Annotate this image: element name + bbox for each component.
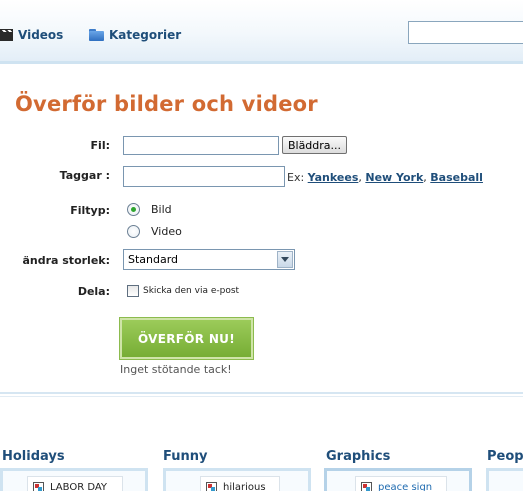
nav-videos-link[interactable]: Videos	[0, 26, 63, 44]
category-box-funny: hilarious	[163, 468, 311, 491]
nav-kategorier-label: Kategorier	[109, 28, 182, 42]
category-item[interactable]: LABOR DAY	[27, 476, 123, 491]
category-title-holidays[interactable]: Holidays	[2, 449, 65, 464]
folder-icon	[89, 29, 104, 41]
category-box-graphics: peace sign	[324, 468, 472, 491]
upload-now-button[interactable]: ÖVERFÖR NU!	[119, 317, 254, 360]
share-email-checkbox[interactable]	[127, 285, 139, 297]
broken-image-icon	[206, 481, 217, 491]
category-box-holidays: LABOR DAY	[0, 468, 148, 491]
example-tag-link[interactable]: Yankees	[308, 171, 359, 184]
share-label: Dela:	[77, 285, 110, 298]
browse-button[interactable]: Bläddra...	[282, 136, 347, 154]
upload-form-panel: Överför bilder och videor Fil: Bläddra..…	[0, 72, 523, 394]
page-title: Överför bilder och videor	[15, 92, 318, 116]
radio-video-label: Video	[151, 225, 182, 238]
tags-example: Ex: Yankees, New York, Baseball	[287, 171, 483, 184]
broken-image-icon	[361, 481, 372, 491]
nav-kategorier-link[interactable]: Kategorier	[89, 26, 181, 44]
upload-note: Inget stötande tack!	[120, 363, 232, 376]
broken-image-icon	[33, 481, 44, 491]
tags-label: Taggar :	[59, 169, 110, 182]
example-tag-link[interactable]: Baseball	[430, 171, 483, 184]
resize-select[interactable]: Standard	[123, 249, 295, 270]
share-email-option[interactable]: Skicka den via e-post	[127, 285, 239, 297]
category-strip: Holidays LABOR DAY Funny hilarious Graph…	[0, 396, 523, 491]
radio-bild[interactable]	[127, 203, 140, 216]
category-item[interactable]: peace sign	[355, 476, 447, 491]
category-box-people	[486, 468, 523, 491]
search-input[interactable]	[408, 21, 523, 44]
resize-label: ändra storlek:	[22, 254, 110, 267]
nav-videos-label: Videos	[18, 28, 64, 42]
category-item[interactable]: hilarious	[200, 476, 280, 491]
share-email-label: Skicka den via e-post	[143, 286, 240, 296]
tags-input[interactable]	[123, 166, 285, 187]
chevron-down-icon[interactable]	[277, 251, 293, 268]
radio-bild-label: Bild	[151, 203, 172, 216]
category-item-label: peace sign	[378, 481, 433, 491]
category-title-people[interactable]: Peop	[487, 449, 523, 464]
category-title-funny[interactable]: Funny	[163, 449, 207, 464]
category-item-label: hilarious	[223, 481, 266, 491]
category-title-graphics[interactable]: Graphics	[326, 449, 390, 464]
filetype-option-bild[interactable]: Bild	[127, 203, 172, 216]
filetype-label: Filtyp:	[70, 204, 110, 217]
top-navigation-bar: Videos Kategorier	[0, 0, 523, 64]
example-tag-link[interactable]: New York	[365, 171, 423, 184]
radio-video[interactable]	[127, 225, 140, 238]
file-label: Fil:	[90, 139, 110, 152]
clapperboard-icon	[0, 29, 13, 41]
file-path-input[interactable]	[123, 136, 279, 155]
filetype-option-video[interactable]: Video	[127, 225, 182, 238]
resize-select-value: Standard	[128, 253, 179, 266]
category-item-label: LABOR DAY	[50, 481, 108, 491]
tags-example-prefix: Ex:	[287, 171, 305, 184]
